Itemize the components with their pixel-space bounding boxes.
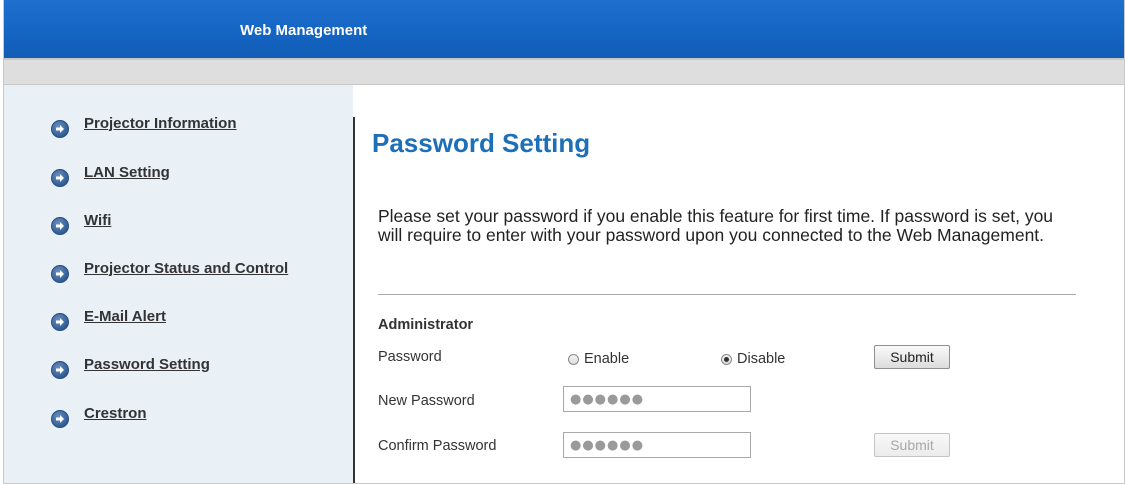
arrow-circle-right-icon [51, 265, 69, 283]
sidebar-item-label[interactable]: Password Setting [84, 356, 210, 373]
section-divider [378, 294, 1076, 295]
sub-header-bar [4, 60, 1124, 85]
arrow-circle-right-icon [51, 169, 69, 187]
sidebar-item-label[interactable]: Wifi [84, 212, 111, 229]
password-submit-button[interactable]: Submit [874, 345, 950, 369]
confirm-submit-button[interactable]: Submit [874, 433, 950, 457]
page-description: Please set your password if you enable t… [378, 206, 1054, 245]
sidebar-item-label[interactable]: Projector Information [84, 115, 237, 132]
section-heading-administrator: Administrator [378, 317, 474, 333]
main-content: Password Setting Please set your passwor… [356, 85, 1124, 483]
radio-checked-icon[interactable] [721, 353, 732, 365]
radio-unchecked-icon[interactable] [568, 353, 579, 365]
disable-radio-label: Disable [737, 351, 786, 367]
sidebar-item-label[interactable]: Projector Status and Control [84, 260, 288, 277]
page-frame: Web Management Projector Information LAN… [3, 0, 1125, 484]
page-title: Password Setting [372, 128, 591, 158]
sidebar-item-email-alert[interactable]: E-Mail Alert [51, 308, 166, 331]
confirm-password-label: Confirm Password [378, 438, 497, 454]
disable-radio[interactable]: Disable [721, 351, 785, 367]
arrow-circle-right-icon [51, 120, 69, 138]
enable-radio-label: Enable [584, 351, 630, 367]
arrow-circle-right-icon [51, 361, 69, 379]
sidebar-item-label[interactable]: E-Mail Alert [84, 308, 166, 325]
sidebar-item-projector-information[interactable]: Projector Information [51, 115, 237, 138]
sidebar-item-label[interactable]: LAN Setting [84, 164, 170, 181]
vertical-divider [353, 117, 355, 483]
new-password-input[interactable]: ●●●●●● [563, 386, 751, 412]
arrow-circle-right-icon [51, 313, 69, 331]
sidebar-item-password-setting[interactable]: Password Setting [51, 356, 210, 379]
sidebar-item-wifi[interactable]: Wifi [51, 212, 111, 235]
sidebar: Projector Information LAN Setting Wifi P… [4, 85, 353, 483]
password-label: Password [378, 349, 442, 365]
sidebar-item-lan-setting[interactable]: LAN Setting [51, 164, 170, 187]
sidebar-item-label[interactable]: Crestron [84, 405, 147, 422]
header-bar: Web Management [4, 0, 1124, 58]
app-title: Web Management [240, 22, 368, 39]
arrow-circle-right-icon [51, 410, 69, 428]
enable-radio[interactable]: Enable [568, 351, 629, 367]
sidebar-item-projector-status-and-control[interactable]: Projector Status and Control [51, 260, 288, 283]
confirm-password-input[interactable]: ●●●●●● [563, 432, 751, 458]
sidebar-item-crestron[interactable]: Crestron [51, 405, 147, 428]
arrow-circle-right-icon [51, 217, 69, 235]
new-password-label: New Password [378, 393, 475, 409]
